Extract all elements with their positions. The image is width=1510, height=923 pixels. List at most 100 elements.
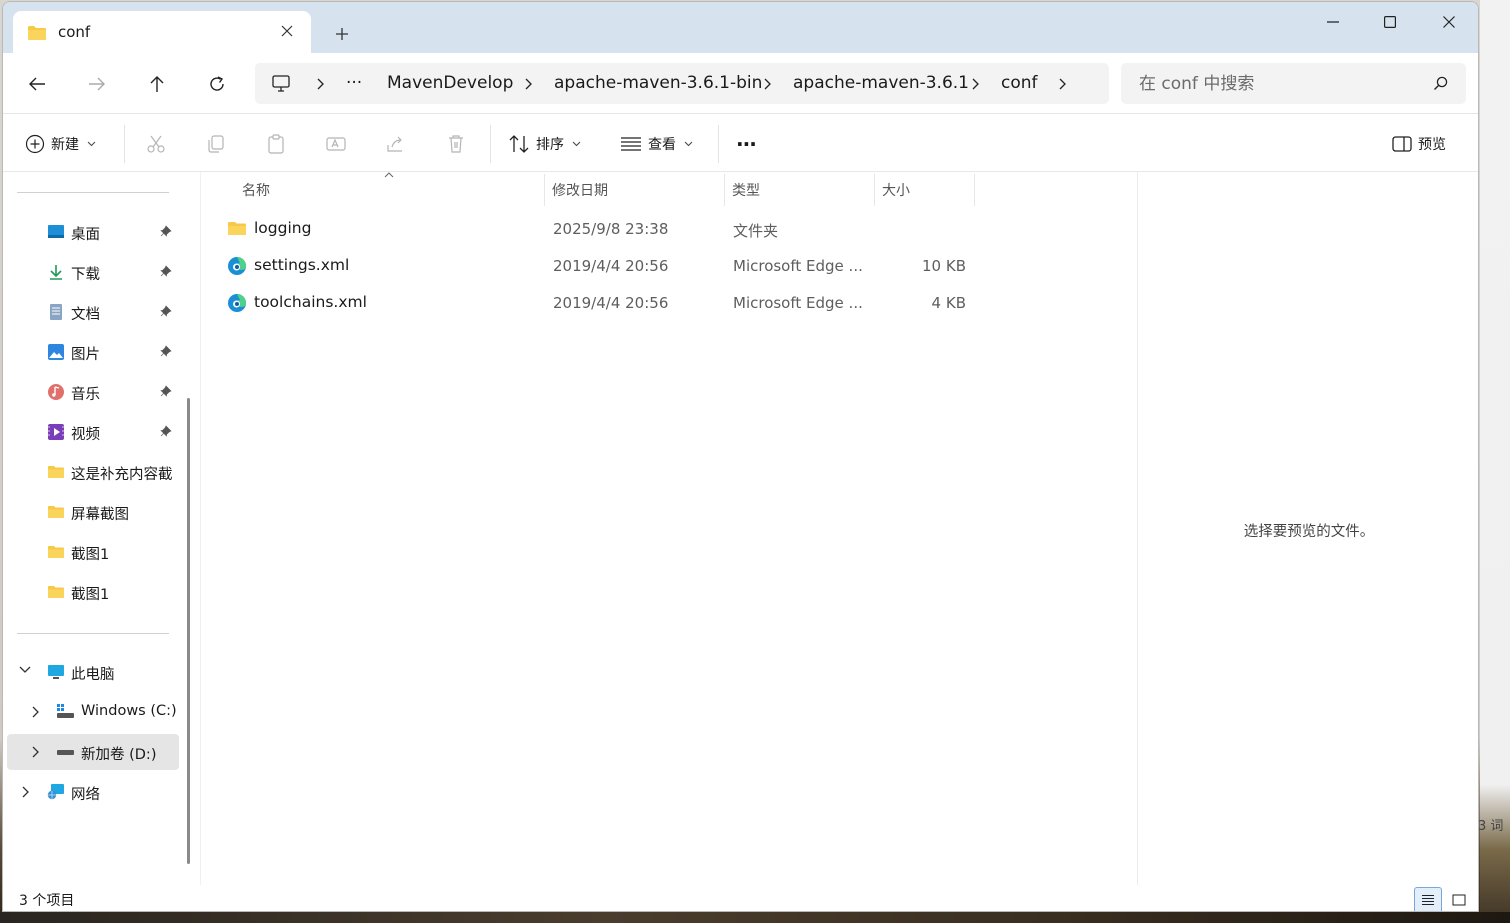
folder-icon xyxy=(48,586,64,598)
close-tab-button[interactable] xyxy=(275,19,299,43)
tab-conf[interactable]: conf xyxy=(13,11,311,53)
back-button[interactable] xyxy=(20,67,54,101)
sidebar-item-downloads[interactable]: 下载 xyxy=(3,254,179,290)
folder-icon xyxy=(48,546,64,558)
column-divider[interactable] xyxy=(544,174,545,206)
sidebar-item-pictures[interactable]: 图片 xyxy=(3,334,179,370)
close-icon xyxy=(1443,16,1455,28)
file-size: 10 KB xyxy=(922,257,966,275)
search-icon xyxy=(1434,76,1448,90)
taskbar-strip xyxy=(0,912,1510,923)
view-button[interactable]: 查看 xyxy=(620,131,693,157)
desktop-icon xyxy=(48,225,64,238)
chevron-right-icon[interactable] xyxy=(1055,75,1069,93)
download-icon xyxy=(50,265,62,280)
pin-icon[interactable] xyxy=(160,425,172,437)
sidebar-item-documents[interactable]: 文档 xyxy=(3,294,179,330)
column-divider[interactable] xyxy=(724,174,725,206)
pin-icon[interactable] xyxy=(160,385,172,397)
item-count: 3 个项目 xyxy=(19,893,75,909)
up-button[interactable] xyxy=(140,67,174,101)
pin-icon[interactable] xyxy=(160,225,172,237)
video-icon xyxy=(48,424,64,440)
folder-icon xyxy=(48,506,64,518)
chevron-down-icon[interactable] xyxy=(19,666,31,674)
file-date: 2019/4/4 20:56 xyxy=(553,257,669,275)
drive-icon xyxy=(57,750,74,755)
sort-icon xyxy=(509,135,529,153)
forward-button[interactable] xyxy=(80,67,114,101)
sort-button[interactable]: 排序 xyxy=(508,131,581,157)
sidebar-item-folder[interactable]: 屏幕截图 xyxy=(3,494,179,530)
chevron-right-icon[interactable] xyxy=(760,75,774,93)
rename-icon[interactable] xyxy=(325,133,347,155)
sidebar-item-videos[interactable]: 视频 xyxy=(3,414,179,450)
chevron-right-icon[interactable] xyxy=(313,75,327,93)
minimize-icon xyxy=(1327,21,1339,23)
sidebar-item-desktop[interactable]: 桌面 xyxy=(3,214,179,250)
sidebar-item-drive-d[interactable]: 新加卷 (D:) xyxy=(7,734,179,770)
column-divider[interactable] xyxy=(874,174,875,206)
search-input[interactable] xyxy=(1121,63,1466,104)
file-name: settings.xml xyxy=(254,256,350,274)
close-window-button[interactable] xyxy=(1419,2,1478,42)
breadcrumb-item[interactable]: apache-maven-3.6.1-bin xyxy=(554,73,762,93)
refresh-button[interactable] xyxy=(200,67,234,101)
pin-icon[interactable] xyxy=(160,305,172,317)
column-header-name[interactable]: 名称 xyxy=(242,180,270,200)
sidebar-item-drive-c[interactable]: Windows (C:) xyxy=(3,694,179,730)
pin-icon[interactable] xyxy=(160,265,172,277)
sidebar-item-music[interactable]: 音乐 xyxy=(3,374,179,410)
address-bar[interactable]: ··· MavenDevelop apache-maven-3.6.1-bin … xyxy=(255,63,1109,104)
chevron-right-icon[interactable] xyxy=(32,746,40,758)
delete-icon[interactable] xyxy=(445,133,467,155)
divider xyxy=(17,192,169,193)
search-box[interactable] xyxy=(1121,63,1466,104)
sidebar-item-folder[interactable]: 截图1 xyxy=(3,534,179,570)
paste-icon[interactable] xyxy=(265,133,287,155)
new-tab-button[interactable] xyxy=(328,20,356,48)
view-label: 查看 xyxy=(648,137,676,153)
sidebar-scrollbar[interactable] xyxy=(187,398,190,864)
chevron-right-icon[interactable] xyxy=(521,75,535,93)
column-header-type[interactable]: 类型 xyxy=(732,180,760,200)
file-type: 文件夹 xyxy=(733,222,779,240)
sidebar-item-folder[interactable]: 这是补充内容截 xyxy=(3,454,179,490)
file-row[interactable]: toolchains.xml 2019/4/4 20:56 Microsoft … xyxy=(219,285,979,321)
sidebar-item-this-pc[interactable]: 此电脑 xyxy=(3,654,179,690)
new-button[interactable]: 新建 xyxy=(25,131,96,157)
preview-pane: 选择要预览的文件。 xyxy=(1137,172,1478,885)
sidebar-item-network[interactable]: 网络 xyxy=(3,774,179,810)
chevron-right-icon[interactable] xyxy=(32,706,40,718)
file-row[interactable]: logging 2025/9/8 23:38 文件夹 xyxy=(219,211,979,247)
preview-pane-button[interactable]: 预览 xyxy=(1392,131,1446,157)
refresh-icon xyxy=(210,76,224,91)
cut-icon[interactable] xyxy=(145,133,167,155)
more-options-button[interactable]: ··· xyxy=(736,131,757,157)
tiles-view-button[interactable] xyxy=(1445,887,1473,911)
breadcrumb-item[interactable]: apache-maven-3.6.1 xyxy=(793,73,969,93)
chevron-right-icon[interactable] xyxy=(22,786,30,798)
file-row[interactable]: settings.xml 2019/4/4 20:56 Microsoft Ed… xyxy=(219,248,979,284)
file-size: 4 KB xyxy=(931,294,966,312)
details-view-button[interactable] xyxy=(1414,887,1442,911)
column-header-date[interactable]: 修改日期 xyxy=(552,180,608,200)
pin-icon[interactable] xyxy=(160,345,172,357)
breadcrumb-overflow[interactable]: ··· xyxy=(346,73,362,93)
breadcrumb-item[interactable]: MavenDevelop xyxy=(387,73,513,93)
edge-icon xyxy=(228,294,246,312)
column-divider[interactable] xyxy=(974,174,975,206)
maximize-button[interactable] xyxy=(1360,2,1420,42)
sidebar-item-folder[interactable]: 截图1 xyxy=(3,574,179,610)
chevron-right-icon[interactable] xyxy=(968,75,982,93)
breadcrumb-current[interactable]: conf xyxy=(1001,73,1038,93)
command-bar: 新建 排序 查看 ··· 预览 xyxy=(3,114,1478,172)
share-icon[interactable] xyxy=(385,133,407,155)
column-header-size[interactable]: 大小 xyxy=(882,180,910,200)
background-window-edge xyxy=(1480,0,1510,923)
chevron-down-icon xyxy=(684,141,693,147)
file-name: toolchains.xml xyxy=(254,293,367,311)
folder-icon xyxy=(48,466,64,478)
copy-icon[interactable] xyxy=(205,133,227,155)
minimize-button[interactable] xyxy=(1303,2,1363,42)
